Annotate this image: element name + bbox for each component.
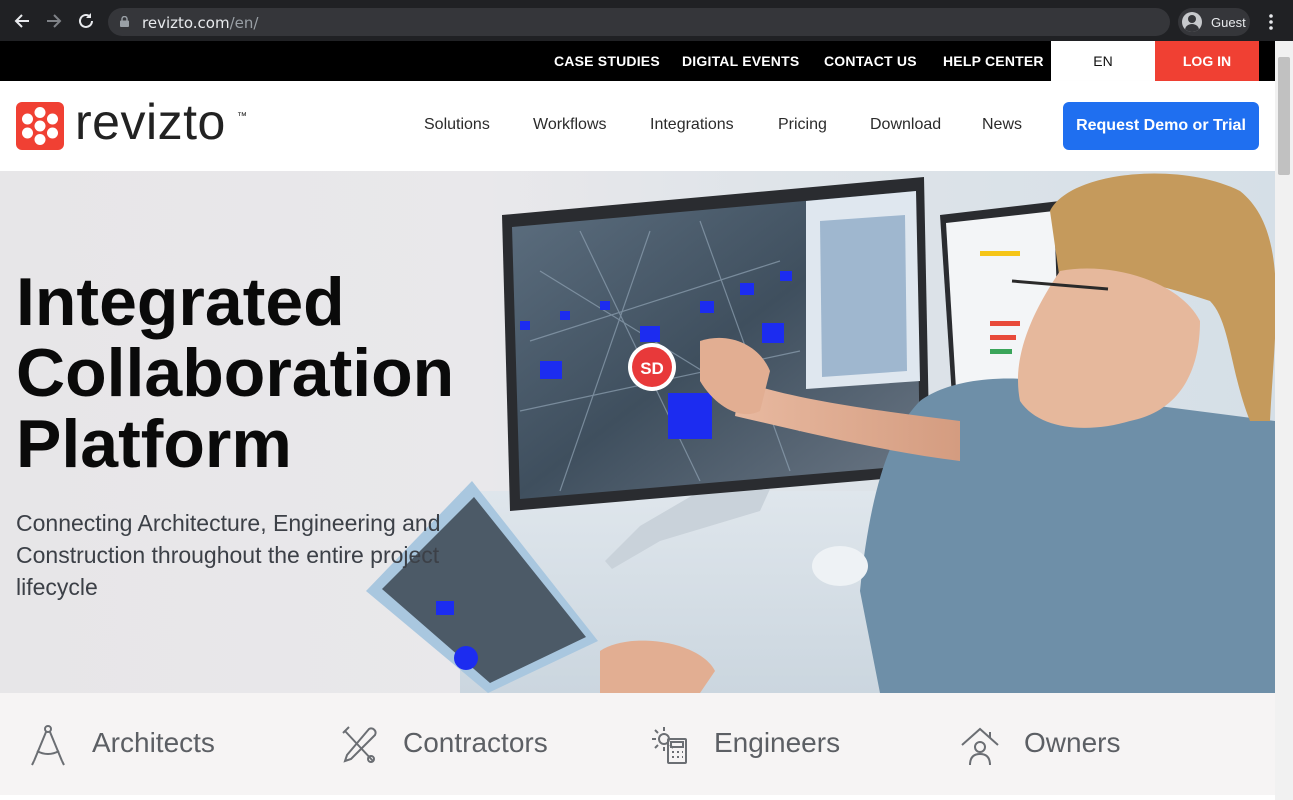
hero-title-line-3: Platform (16, 406, 292, 482)
nav-news[interactable]: News (982, 116, 1022, 134)
nav-pricing[interactable]: Pricing (778, 116, 827, 134)
audience-label: Contractors (403, 727, 548, 758)
request-demo-button[interactable]: Request Demo or Trial (1063, 102, 1259, 150)
contact-us-link[interactable]: CONTACT US (824, 53, 917, 69)
browser-toolbar: revizto.com/en/ Guest (0, 0, 1293, 41)
address-url: revizto.com/en/ (142, 14, 258, 32)
address-bar[interactable]: revizto.com/en/ (108, 8, 1170, 36)
hero-subtitle: Connecting Architecture, Engineering and… (16, 510, 441, 600)
digital-events-link[interactable]: DIGITAL EVENTS (682, 53, 799, 69)
page-scrollbar[interactable] (1275, 41, 1293, 800)
tools-icon (342, 726, 377, 763)
back-arrow-icon[interactable] (11, 10, 33, 32)
avatar-icon (1182, 12, 1202, 32)
login-button[interactable]: LOG IN (1155, 41, 1259, 81)
site-header: revizto ™ Solutions Workflows Integratio… (0, 81, 1275, 171)
nav-solutions[interactable]: Solutions (424, 116, 490, 134)
utility-bar: CASE STUDIES DIGITAL EVENTS CONTACT US H… (0, 41, 1275, 81)
audience-label: Architects (92, 727, 215, 758)
lock-icon (120, 16, 129, 27)
brand-name[interactable]: revizto (75, 93, 226, 151)
compass-icon (31, 725, 65, 766)
url-host: revizto.com (142, 14, 230, 32)
profile-label: Guest (1211, 15, 1246, 30)
audience-bar: Architects Contractors Engineers Owners (0, 693, 1275, 795)
url-path: /en/ (229, 14, 259, 32)
help-center-link[interactable]: HELP CENTER (943, 53, 1044, 69)
gear-calculator-icon (652, 727, 687, 764)
audience-label: Owners (1024, 727, 1121, 758)
house-person-icon (961, 727, 999, 766)
hero-badge: SD (640, 359, 664, 378)
scrollbar-thumb[interactable] (1278, 57, 1290, 175)
forward-arrow-icon[interactable] (43, 10, 65, 32)
revizto-logo-icon[interactable] (16, 102, 64, 150)
nav-integrations[interactable]: Integrations (650, 116, 734, 134)
audience-label: Engineers (714, 727, 841, 758)
profile-button[interactable]: Guest (1178, 8, 1250, 36)
language-selector[interactable]: EN (1051, 41, 1155, 81)
hero-section: SD Integrated Collaboration Platform Con… (0, 171, 1275, 693)
menu-dots-icon[interactable] (1262, 11, 1280, 33)
nav-workflows[interactable]: Workflows (533, 116, 607, 134)
hero-title-line-2: Collaboration (16, 335, 455, 411)
hero-title-line-1: Integrated (16, 264, 345, 340)
reload-icon[interactable] (75, 10, 97, 32)
nav-download[interactable]: Download (870, 116, 941, 134)
trademark: ™ (237, 111, 247, 122)
case-studies-link[interactable]: CASE STUDIES (554, 53, 660, 69)
hero-title: Integrated Collaboration Platform (16, 267, 486, 480)
